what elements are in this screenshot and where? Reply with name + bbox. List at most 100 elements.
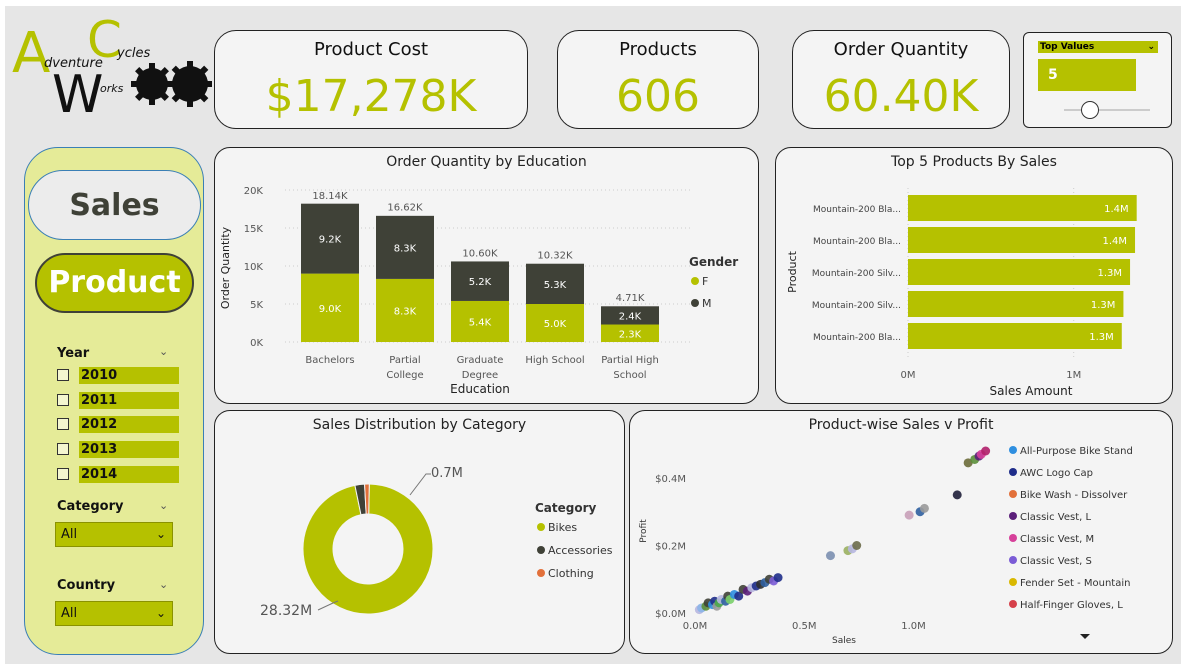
data-label: 1.3M	[1091, 300, 1116, 311]
legend-item: Accessories	[548, 544, 613, 557]
bar	[908, 195, 1137, 221]
total-label: 4.71K	[616, 293, 645, 304]
chevron-down-icon[interactable]: ⌄	[159, 499, 168, 512]
legend-swatch-m	[691, 299, 699, 307]
legend-swatch	[1009, 556, 1017, 564]
y-tick-label: 20K	[244, 186, 264, 197]
education-stacked-bar-chart: Order Quantity Education Gender F M 0K 5K…	[219, 186, 738, 396]
kpi-card-product-cost: Product Cost $17,278K	[214, 30, 528, 129]
checkbox[interactable]	[57, 418, 69, 430]
top-values-label: Top Values	[1040, 42, 1095, 52]
chevron-down-icon[interactable]: ⌄	[159, 345, 168, 358]
legend-item: All-Purpose Bike Stand	[1020, 446, 1133, 457]
product-nav-button[interactable]: Product	[35, 253, 194, 313]
leader-line	[409, 473, 431, 496]
top-values-input[interactable]: 5	[1038, 59, 1136, 91]
data-label-f: 9.0K	[319, 304, 342, 315]
y-tick-label: Mountain-200 Bla...	[813, 333, 901, 343]
y-tick-label: 10K	[244, 262, 264, 273]
data-label-f: 2.3K	[619, 329, 642, 340]
top5-horizontal-bar-chart: Product Sales Amount 0M 1M 1.4M Mountain-20…	[786, 188, 1137, 398]
sales-profit-scatter-chart: Profit Sales $0.0M $0.2M $0.4M 0.0M 0.5M 1.0M…	[639, 446, 1133, 646]
data-label: 1.3M	[1098, 268, 1123, 279]
country-selected-value: All	[61, 606, 78, 621]
logo-letter-a: A	[12, 21, 50, 86]
checkbox[interactable]	[57, 394, 69, 406]
chevron-down-icon: ⌄	[155, 606, 166, 620]
legend-swatch	[1009, 446, 1017, 454]
year-option-label: 2010	[79, 367, 179, 384]
x-tick-label: Degree	[462, 370, 498, 381]
legend-item-m: M	[702, 297, 712, 310]
x-tick-label: Graduate	[457, 355, 504, 366]
x-tick-label: Bachelors	[305, 355, 354, 366]
chevron-down-icon[interactable]: ⌄	[159, 578, 168, 591]
kpi-card-order-quantity: Order Quantity 60.40K	[792, 30, 1010, 129]
year-option-label: 2011	[79, 392, 179, 409]
data-label-m: 8.3K	[394, 243, 417, 254]
legend-item: Fender Set - Mountain	[1020, 578, 1130, 589]
legend-item: Half-Finger Gloves, L	[1020, 600, 1123, 611]
total-label: 18.14K	[312, 191, 348, 202]
checkbox[interactable]	[57, 443, 69, 455]
kpi-title: Products	[619, 39, 697, 60]
y-tick-label: $0.2M	[655, 542, 686, 553]
data-label-m: 5.2K	[469, 277, 492, 288]
legend-scroll-down-icon	[1080, 634, 1090, 639]
x-axis-label: Education	[450, 382, 510, 396]
kpi-value: $17,278K	[265, 71, 477, 122]
logo-word-works: orks	[100, 82, 124, 95]
slider-track[interactable]	[1064, 109, 1150, 111]
scatter-point	[919, 503, 929, 513]
chevron-down-icon: ⌄	[1147, 42, 1155, 52]
legend-swatch	[1009, 600, 1017, 608]
legend-swatch	[1009, 578, 1017, 586]
x-tick-label: Partial	[389, 355, 420, 366]
checkbox[interactable]	[57, 468, 69, 480]
sales-profit-scatter-card: Product-wise Sales v Profit Profit Sales…	[629, 410, 1173, 654]
legend-item: Classic Vest, L	[1020, 512, 1091, 523]
top-values-header[interactable]: Top Values ⌄	[1038, 41, 1158, 53]
year-slicer-label: Year	[57, 346, 90, 361]
country-slicer-label: Country	[57, 578, 116, 593]
legend-item: AWC Logo Cap	[1020, 468, 1093, 479]
y-tick-label: Mountain-200 Silv...	[812, 301, 901, 311]
data-label: 1.3M	[1089, 332, 1114, 343]
x-tick-label: High School	[525, 355, 584, 366]
slider-handle[interactable]	[1080, 101, 1099, 119]
adventure-works-cycles-logo: A C W dventure ycles orks	[12, 11, 213, 125]
data-label-m: 9.2K	[319, 235, 342, 246]
checkbox[interactable]	[57, 369, 69, 381]
x-tick-label: Partial High	[601, 355, 659, 366]
education-chart-card: Order Quantity by Education Order Quanti…	[214, 147, 759, 404]
legend-swatch	[537, 523, 545, 531]
legend-item: Classic Vest, S	[1020, 556, 1092, 567]
chevron-down-icon: ⌄	[155, 527, 166, 541]
legend-swatch	[1009, 534, 1017, 542]
kpi-title: Order Quantity	[833, 39, 969, 60]
legend-item: Bike Wash - Dissolver	[1020, 490, 1128, 501]
kpi-card-products: Products 606	[557, 30, 759, 129]
x-tick-label: 1M	[1066, 370, 1081, 381]
legend-item: Bikes	[548, 521, 577, 534]
country-dropdown[interactable]: All ⌄	[55, 601, 173, 626]
scatter-point	[981, 446, 991, 456]
bar	[908, 227, 1136, 253]
legend-swatch	[1009, 490, 1017, 498]
legend-swatch	[1009, 512, 1017, 520]
x-tick-label: 0.5M	[792, 621, 817, 632]
data-label: 1.4M	[1102, 236, 1127, 247]
year-option-label: 2014	[79, 466, 179, 483]
sales-nav-button[interactable]: Sales	[28, 170, 201, 240]
x-tick-label: 1.0M	[901, 621, 926, 632]
top-values-slicer: Top Values ⌄ 5	[1023, 32, 1172, 128]
category-donut-card: Sales Distribution by Category Category …	[214, 410, 625, 654]
legend-item-f: F	[702, 275, 708, 288]
y-tick-label: Mountain-200 Bla...	[813, 205, 901, 215]
y-axis-label: Profit	[639, 519, 649, 543]
legend-item: Clothing	[548, 567, 594, 580]
category-dropdown[interactable]: All ⌄	[55, 522, 173, 547]
y-tick-label: $0.0M	[655, 609, 686, 620]
data-label: 1.4M	[1104, 204, 1129, 215]
y-axis-label: Order Quantity	[219, 226, 232, 309]
